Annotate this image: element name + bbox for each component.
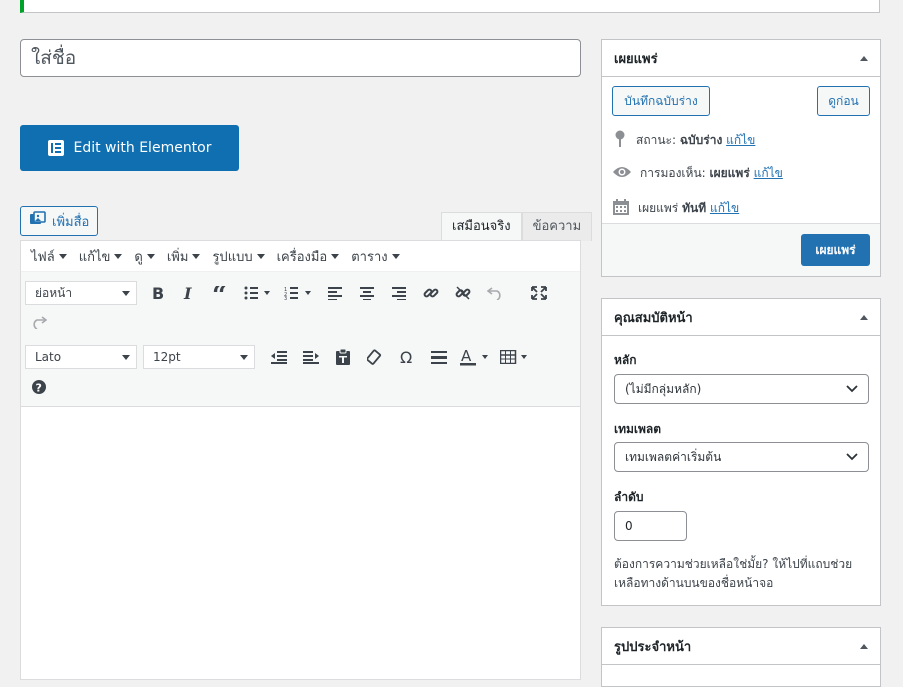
table-icon[interactable] — [495, 343, 535, 371]
publish-actions: เผยแพร่ — [602, 223, 880, 276]
svg-text:“: “ — [212, 286, 227, 300]
svg-text:?: ? — [36, 382, 42, 395]
indent-icon[interactable] — [295, 343, 327, 371]
status-row: สถานะ: ฉบับร่าง แก้ไข — [612, 130, 755, 151]
svg-text:I: I — [183, 285, 192, 301]
featured-image-header[interactable]: รูปประจำหน้า — [602, 628, 880, 665]
template-select[interactable]: เทมเพลตค่าเริ่มต้น — [614, 442, 869, 472]
title-input[interactable] — [20, 39, 581, 77]
link-icon[interactable] — [415, 279, 447, 307]
edit-visibility-link[interactable]: แก้ไข — [754, 166, 783, 180]
menu-insert[interactable]: เพิ่ม — [161, 246, 207, 267]
preview-button[interactable]: ดูก่อน — [817, 86, 870, 116]
page-attributes-box: คุณสมบัติหน้า หลัก (ไม่มีกลุ่มหลัก) เทมเ… — [601, 298, 881, 606]
bold-icon[interactable]: B — [141, 279, 173, 307]
menu-format[interactable]: รูปแบบ — [206, 246, 270, 267]
publish-button[interactable]: เผยแพร่ — [801, 234, 870, 266]
parent-select[interactable]: (ไม่มีกลุ่มหลัก) — [614, 374, 869, 404]
menu-table[interactable]: ตาราง — [345, 246, 405, 267]
calendar-icon — [612, 198, 630, 219]
page-attributes-header[interactable]: คุณสมบัติหน้า — [602, 299, 880, 336]
save-draft-button[interactable]: บันทึกฉบับร่าง — [612, 86, 710, 116]
menu-view[interactable]: ดู — [128, 246, 160, 267]
align-center-icon[interactable] — [351, 279, 383, 307]
edit-with-elementor-button[interactable]: Edit with Elementor — [20, 125, 239, 171]
eraser-icon[interactable] — [359, 343, 391, 371]
numbered-list-icon[interactable]: 123 — [277, 279, 319, 307]
editor-toolbar: ย่อหน้า B I “ 123 Lato 12pt — [21, 272, 580, 407]
edit-schedule-link[interactable]: แก้ไข — [710, 201, 739, 215]
visibility-row: การมองเห็น: เผยแพร่ แก้ไข — [612, 164, 783, 183]
add-media-label: เพิ่มสื่อ — [52, 214, 90, 230]
font-family-select[interactable]: Lato — [25, 345, 137, 369]
menu-file[interactable]: ไฟล์ — [25, 246, 73, 267]
outdent-icon[interactable] — [263, 343, 295, 371]
bullet-list-icon[interactable] — [237, 279, 277, 307]
collapse-icon[interactable] — [860, 55, 868, 61]
svg-text:Ω: Ω — [400, 349, 412, 365]
elementor-icon — [47, 140, 64, 156]
content-editor: ไฟล์ แก้ไข ดู เพิ่ม รูปแบบ เครื่องมือ ตา… — [20, 240, 581, 680]
tab-visual[interactable]: เสมือนจริง — [441, 212, 522, 241]
notice-bar — [20, 0, 880, 13]
template-label: เทมเพลต — [614, 422, 662, 436]
paste-text-icon[interactable] — [327, 343, 359, 371]
redo-icon[interactable] — [23, 308, 55, 336]
format-select[interactable]: ย่อหน้า — [25, 281, 137, 305]
text-color-icon[interactable]: A — [455, 343, 495, 371]
menu-edit[interactable]: แก้ไข — [73, 246, 129, 267]
pin-icon — [612, 130, 628, 151]
fullscreen-icon[interactable] — [523, 279, 555, 307]
featured-image-box: รูปประจำหน้า — [601, 627, 881, 687]
menu-tools[interactable]: เครื่องมือ — [271, 246, 346, 267]
collapse-icon[interactable] — [860, 314, 868, 320]
editor-menubar: ไฟล์ แก้ไข ดู เพิ่ม รูปแบบ เครื่องมือ ตา… — [21, 241, 580, 272]
featured-image-title: รูปประจำหน้า — [614, 639, 692, 655]
editor-tabs: เสมือนจริง ข้อความ — [441, 212, 593, 241]
italic-icon[interactable]: I — [173, 279, 205, 307]
elementor-button-label: Edit with Elementor — [73, 140, 212, 156]
media-icon — [29, 211, 47, 231]
special-character-icon[interactable]: Ω — [391, 343, 423, 371]
chevron-down-icon — [846, 453, 858, 461]
svg-text:A: A — [461, 348, 472, 365]
svg-text:B: B — [152, 285, 164, 301]
order-label: ลำดับ — [614, 490, 644, 504]
order-input[interactable]: 0 — [614, 511, 687, 541]
publish-box-header[interactable]: เผยแพร่ — [602, 40, 880, 77]
add-media-button[interactable]: เพิ่มสื่อ — [20, 206, 99, 236]
undo-icon[interactable] — [479, 279, 511, 307]
quote-icon[interactable]: “ — [205, 279, 237, 307]
help-text: ต้องการความช่วยเหลือใช่มั้ย? ให้ไปที่แถบ… — [614, 557, 853, 590]
parent-label: หลัก — [614, 353, 637, 367]
collapse-icon[interactable] — [860, 643, 868, 649]
publish-box: เผยแพร่ บันทึกฉบับร่าง ดูก่อน สถานะ: ฉบั… — [601, 39, 881, 277]
page-attributes-title: คุณสมบัติหน้า — [614, 310, 693, 326]
tab-text[interactable]: ข้อความ — [521, 212, 593, 241]
editor-content-area[interactable] — [21, 407, 580, 667]
align-left-icon[interactable] — [319, 279, 351, 307]
publish-box-title: เผยแพร่ — [614, 51, 658, 67]
schedule-row: เผยแพร่ ทันที แก้ไข — [612, 198, 739, 219]
svg-text:3: 3 — [284, 296, 287, 300]
unlink-icon[interactable] — [447, 279, 479, 307]
help-icon[interactable]: ? — [23, 373, 55, 401]
chevron-down-icon — [846, 385, 858, 393]
horizontal-line-icon[interactable] — [423, 343, 455, 371]
eye-icon — [612, 165, 632, 182]
align-right-icon[interactable] — [383, 279, 415, 307]
edit-status-link[interactable]: แก้ไข — [726, 133, 755, 147]
font-size-select[interactable]: 12pt — [143, 345, 255, 369]
